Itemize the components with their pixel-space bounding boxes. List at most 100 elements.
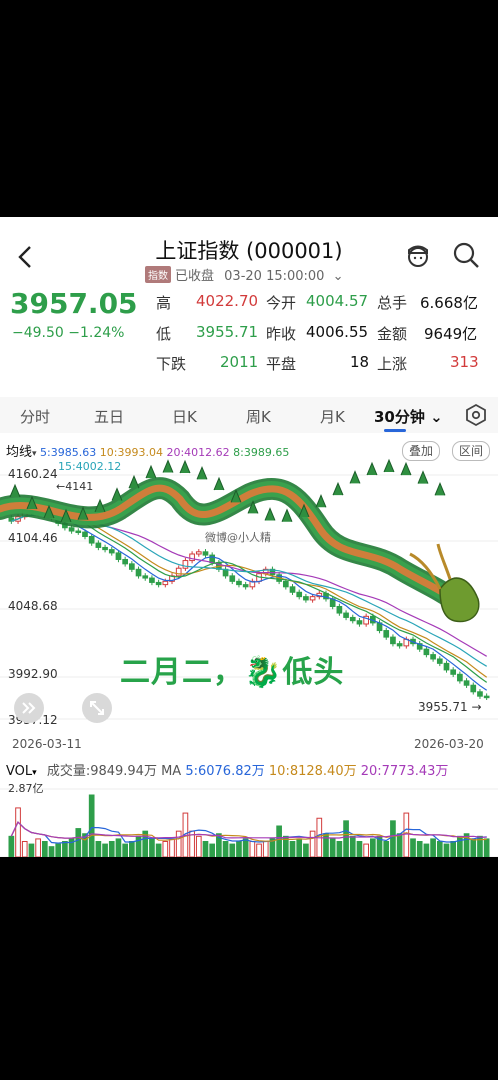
volume-bar (356, 841, 363, 857)
volume-bar (343, 820, 349, 857)
volume-bar (457, 835, 463, 857)
candle-body (303, 596, 309, 601)
double-chevron-icon (22, 702, 36, 714)
volume-bar (102, 843, 108, 857)
ma20-value: 20:4012.62 (166, 446, 230, 459)
tab-five-day[interactable]: 五日 (94, 406, 124, 427)
candle-body (95, 542, 102, 548)
volume-bar (21, 841, 28, 857)
index-tag: 指数 (145, 266, 171, 283)
volume-bar (276, 825, 282, 857)
volume-bar (370, 838, 376, 857)
candle-body (236, 580, 242, 586)
volume-bar (8, 835, 15, 857)
profile-icon[interactable] (404, 241, 432, 269)
price-tick-3: 4048.68 (8, 599, 58, 613)
volume-bar (470, 838, 477, 857)
volume-bar (35, 838, 41, 857)
last-price: 3957.05 (10, 287, 138, 320)
stat-value-amount: 9649亿 (424, 325, 478, 343)
stat-value-low: 3955.71 (196, 323, 259, 341)
candle-body (122, 558, 128, 565)
tab-weekly-k[interactable]: 周K (246, 406, 271, 427)
volume-bar (62, 841, 68, 857)
candle-body (75, 530, 82, 534)
chevron-down-icon[interactable]: ⌄ (333, 269, 344, 284)
volume-bar (41, 841, 48, 857)
tab-monthly-k[interactable]: 月K (320, 406, 345, 427)
price-change: −49.50 −1.24% (12, 325, 125, 341)
volume-bar (75, 828, 82, 857)
candle-body (289, 586, 296, 593)
fullscreen-button[interactable] (82, 693, 112, 723)
tab-daily-k[interactable]: 日K (172, 406, 197, 427)
volume-bar (483, 838, 490, 857)
volume-bar (329, 838, 336, 857)
candle-body (282, 580, 289, 588)
ma8-value: 8:3989.65 (233, 446, 290, 459)
candle-body (356, 620, 363, 625)
ma10-value: 10:3993.04 (99, 446, 163, 459)
candle-body (68, 527, 75, 532)
overlay-button[interactable]: 叠加 (402, 441, 441, 461)
dragon-head (439, 577, 480, 623)
volume-bar (423, 843, 430, 857)
active-tab-indicator (384, 429, 406, 432)
candle-body (162, 580, 169, 586)
tab-intraday[interactable]: 分时 (20, 406, 50, 427)
volume-bar (236, 841, 242, 857)
volume-bar (249, 841, 256, 857)
volume-bar (383, 841, 390, 857)
volume-bar (416, 841, 423, 857)
candle-body (102, 546, 108, 551)
candle-body (296, 591, 303, 598)
vol-ma20: 20:7773.43万 (360, 764, 449, 779)
volume-bar (336, 841, 343, 857)
candle-body (390, 636, 396, 645)
volume-bar (363, 843, 369, 857)
candle-body (229, 575, 236, 582)
candle-body (336, 605, 343, 614)
vol-ma5: 5:6076.82万 (185, 764, 265, 779)
candle-body (349, 616, 356, 622)
stat-label-flat: 平盘 (266, 355, 297, 373)
stat-value-open: 4004.57 (306, 292, 369, 310)
volume-bar (175, 830, 182, 857)
search-icon[interactable] (452, 241, 480, 269)
stat-value-up: 313 (450, 353, 479, 371)
candle-body (443, 662, 450, 671)
fullscreen-icon (90, 701, 104, 715)
volume-bar (410, 838, 416, 857)
volume-bar (28, 843, 35, 857)
expand-left-button[interactable] (14, 693, 44, 723)
volume-bar (108, 841, 115, 857)
candle-body (483, 695, 490, 699)
vol-label[interactable]: VOL (6, 764, 32, 779)
candle-body (88, 536, 95, 544)
stat-label-down: 下跌 (156, 355, 187, 373)
candle-body (175, 567, 182, 577)
stat-label-low: 低 (156, 325, 172, 343)
interval-button[interactable]: 区间 (452, 441, 491, 461)
volume-bar (202, 841, 209, 857)
ma-label[interactable]: 均线 (6, 445, 32, 460)
stat-label-prev-close: 昨收 (266, 325, 297, 343)
volume-bar (403, 812, 410, 857)
volume-bar (162, 841, 169, 857)
volume-bar (390, 820, 396, 857)
tab-30min[interactable]: 30分钟 ⌄ (374, 406, 443, 427)
volume-bar (303, 843, 309, 857)
price-tick-4: 3992.90 (8, 667, 58, 681)
stat-value-prev-close: 4006.55 (306, 323, 369, 341)
candle-body (463, 680, 470, 686)
volume-bar (209, 843, 216, 857)
volume-bar (155, 843, 162, 857)
candle-body (182, 560, 189, 569)
volume-bar (48, 846, 55, 857)
volume-bar (443, 843, 450, 857)
volume-bar (436, 841, 443, 857)
date-start: 2026-03-11 (12, 737, 82, 751)
volume-bar (222, 841, 229, 857)
settings-hex-icon[interactable] (464, 403, 488, 427)
volume-bar (55, 843, 62, 857)
